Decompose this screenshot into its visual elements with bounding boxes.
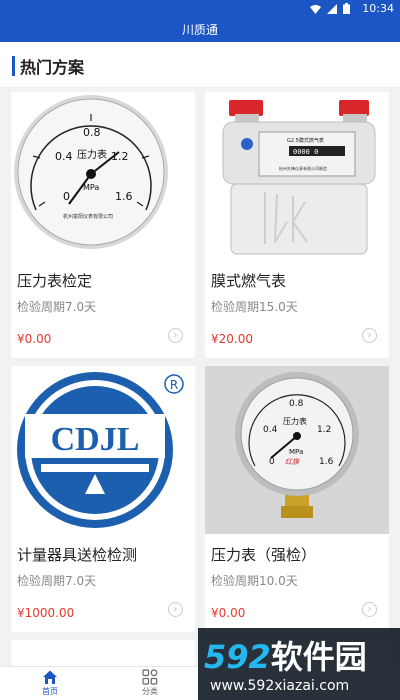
- status-time: 10:34: [362, 2, 394, 15]
- product-card[interactable]: G2.5膜式燃气表 0000 0 杭州先锋仪表有限公司制造 膜式燃气表 检验周期…: [205, 92, 389, 358]
- card-name: 压力表（强检）: [211, 546, 317, 564]
- product-card[interactable]: CDJL R 计量器具送检检测 检验周期7.0天 ¥1000.00 ›: [11, 366, 195, 632]
- chevron-right-icon[interactable]: ›: [362, 328, 377, 343]
- pressure-gauge-image: 0 0.4 0.8 1.2 1.6 压力表 MPa 红旗: [205, 366, 389, 534]
- gauge-tick-0: 0: [63, 190, 70, 203]
- gas-meter-model: G2.5膜式燃气表: [287, 137, 324, 144]
- grid-icon: [142, 669, 158, 685]
- registered-mark: R: [170, 378, 178, 392]
- pressure-gauge-image: 0 0.4 0.8 1.2 1.6 压力表 MPa 杭州富阳仪表有限公司: [11, 92, 195, 260]
- gauge-unit: MPa: [83, 183, 99, 192]
- gauge-tick-2: 0.8: [289, 399, 304, 409]
- gauge-label: 压力表: [77, 148, 107, 161]
- gauge-tick-0: 0: [269, 457, 275, 467]
- card-name: 膜式燃气表: [211, 272, 287, 290]
- home-icon: [43, 670, 57, 684]
- card-period: 检验周期7.0天: [17, 300, 97, 314]
- section-header: 热门方案: [0, 42, 400, 88]
- gauge-maker: 红旗: [285, 458, 300, 466]
- gauge-tick-3: 1.2: [317, 425, 331, 435]
- gauge-tick-4: 1.6: [319, 457, 334, 467]
- card-price: ¥0.00: [211, 606, 246, 620]
- card-price: ¥20.00: [211, 332, 253, 346]
- status-bar: 10:34: [0, 0, 400, 18]
- cdjl-text: CDJL: [51, 421, 140, 458]
- signal-icon: [327, 3, 337, 14]
- gauge-unit: MPa: [289, 448, 303, 456]
- section-accent-bar: [12, 56, 15, 76]
- app-title: 川质通: [181, 23, 218, 37]
- watermark: 592软件园 www.592xiazai.com: [198, 628, 400, 700]
- gauge-tick-1: 0.4: [263, 425, 278, 435]
- app-bar: 川质通: [0, 18, 400, 42]
- tab-category[interactable]: 分类: [120, 669, 180, 697]
- tab-category-label: 分类: [142, 687, 158, 696]
- watermark-brand: 592软件园: [204, 632, 367, 678]
- card-price: ¥1000.00: [17, 606, 75, 620]
- card-name: 计量器具送检检测: [17, 546, 138, 564]
- gauge-label: 压力表: [283, 416, 307, 426]
- chevron-right-icon[interactable]: ›: [168, 328, 183, 343]
- watermark-brand-text: 软件园: [270, 638, 367, 676]
- card-price: ¥0.00: [17, 332, 52, 346]
- gauge-maker: 杭州富阳仪表有限公司: [63, 213, 113, 220]
- tab-home[interactable]: 首页: [20, 669, 80, 697]
- battery-icon: [343, 3, 350, 14]
- card-period: 检验周期15.0天: [211, 300, 298, 314]
- card-period: 检验周期7.0天: [17, 574, 97, 588]
- gauge-tick-4: 1.6: [115, 190, 133, 203]
- gas-meter-reading: 0000 0: [293, 148, 318, 156]
- card-name: 压力表检定: [17, 272, 93, 290]
- product-card[interactable]: 0 0.4 0.8 1.2 1.6 压力表 MPa 红旗 压力表（强检） 检验周…: [205, 366, 389, 632]
- watermark-url: www.592xiazai.com: [210, 678, 350, 694]
- product-card[interactable]: 0 0.4 0.8 1.2 1.6 压力表 MPa 杭州富阳仪表有限公司 压力表…: [11, 92, 195, 358]
- chevron-right-icon[interactable]: ›: [168, 602, 183, 617]
- status-icons: [310, 3, 350, 14]
- gauge-tick-1: 0.4: [55, 150, 73, 163]
- gas-meter-maker: 杭州先锋仪表有限公司制造: [279, 165, 327, 171]
- tab-home-label: 首页: [42, 687, 58, 696]
- section-title: 热门方案: [20, 58, 85, 77]
- wifi-icon: [310, 4, 321, 14]
- chevron-right-icon[interactable]: ›: [362, 602, 377, 617]
- cdjl-logo-image: CDJL R: [11, 366, 195, 534]
- card-period: 检验周期10.0天: [211, 574, 298, 588]
- gas-meter-image: G2.5膜式燃气表 0000 0 杭州先锋仪表有限公司制造: [205, 92, 389, 260]
- gauge-tick-2: 0.8: [83, 126, 101, 139]
- watermark-brand-num: 592: [204, 638, 271, 676]
